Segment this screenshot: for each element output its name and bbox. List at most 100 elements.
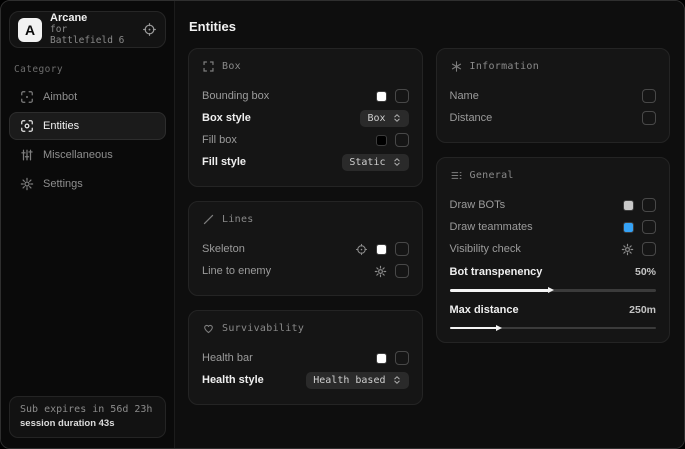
line-to-enemy-config-gear-icon[interactable] — [374, 265, 387, 278]
row-bot-transparency: Bot transpenency 50% — [450, 262, 657, 282]
dropdown-value: Health based — [313, 375, 385, 386]
box-style-dropdown[interactable]: Box — [360, 110, 408, 127]
row-label: Name — [450, 90, 479, 102]
color-swatch[interactable] — [376, 244, 387, 255]
row-name: Name — [450, 85, 657, 107]
app-name: Arcane — [50, 12, 134, 25]
draw-bots-checkbox[interactable] — [642, 198, 656, 212]
skeleton-config-gear-icon[interactable] — [355, 243, 368, 256]
row-label: Bounding box — [202, 90, 269, 102]
row-max-distance: Max distance 250m — [450, 300, 657, 320]
skeleton-checkbox[interactable] — [395, 242, 409, 256]
sub-expiry-text: Sub expires in 56d 23h — [20, 404, 155, 415]
max-distance-control: Max distance 250m — [450, 300, 657, 330]
row-label: Fill style — [202, 156, 246, 168]
updown-arrows-icon — [392, 157, 402, 167]
row-label: Health bar — [202, 352, 253, 364]
dropdown-value: Static — [349, 157, 385, 168]
row-label: Distance — [450, 112, 493, 124]
row-draw-teammates: Draw teammates — [450, 216, 657, 238]
distance-checkbox[interactable] — [642, 111, 656, 125]
survivability-card: Survivability Health bar Health style He… — [188, 310, 423, 405]
color-swatch[interactable] — [376, 353, 387, 364]
draw-teammates-checkbox[interactable] — [642, 220, 656, 234]
slider-value: 250m — [629, 304, 656, 316]
row-fill-style: Fill style Static — [202, 151, 409, 173]
diagonal-line-icon — [202, 213, 215, 226]
color-swatch[interactable] — [623, 200, 634, 211]
heart-icon — [202, 322, 215, 335]
session-duration-text: session duration 43s — [20, 418, 155, 429]
color-swatch[interactable] — [376, 91, 387, 102]
lines-card: Lines Skeleton Line to enemy — [188, 201, 423, 296]
slider-thumb[interactable] — [548, 287, 554, 293]
slider-fill — [450, 327, 497, 330]
general-card: General Draw BOTs Draw teammates — [436, 157, 671, 343]
sidebar-item-miscellaneous[interactable]: Miscellaneous — [9, 141, 166, 169]
updown-arrows-icon — [392, 375, 402, 385]
row-fill-box: Fill box — [202, 129, 409, 151]
sidebar-item-label: Settings — [43, 178, 83, 190]
bounding-box-checkbox[interactable] — [395, 89, 409, 103]
information-card: Information Name Distance — [436, 48, 671, 143]
crosshair-icon — [20, 90, 34, 104]
row-label: Fill box — [202, 134, 237, 146]
app-subtitle: for Battlefield 6 — [50, 25, 134, 47]
sidebar-item-entities[interactable]: Entities — [9, 112, 166, 140]
app-logo: A — [18, 18, 42, 42]
visibility-check-checkbox[interactable] — [642, 242, 656, 256]
category-label: Category — [14, 64, 166, 75]
row-visibility-check: Visibility check — [450, 238, 657, 260]
sliders-icon — [20, 148, 34, 162]
max-distance-slider[interactable] — [450, 327, 657, 330]
app-meta: Arcane for Battlefield 6 — [50, 12, 134, 46]
row-health-style: Health style Health based — [202, 369, 409, 391]
health-style-dropdown[interactable]: Health based — [306, 372, 408, 389]
row-distance: Distance — [450, 107, 657, 129]
row-label: Max distance — [450, 304, 519, 316]
row-label: Visibility check — [450, 243, 521, 255]
sidebar-item-label: Entities — [43, 120, 79, 132]
row-bounding-box: Bounding box — [202, 85, 409, 107]
fill-box-checkbox[interactable] — [395, 133, 409, 147]
app-window: A Arcane for Battlefield 6 Category Aimb… — [0, 0, 685, 449]
main-panel: Entities Box Bounding box — [175, 1, 684, 448]
section-title: General — [470, 170, 514, 181]
scan-eye-icon — [20, 119, 34, 133]
color-swatch[interactable] — [376, 135, 387, 146]
gear-icon — [20, 177, 34, 191]
row-label: Skeleton — [202, 243, 245, 255]
health-bar-checkbox[interactable] — [395, 351, 409, 365]
dropdown-value: Box — [367, 113, 385, 124]
line-to-enemy-checkbox[interactable] — [395, 264, 409, 278]
bot-transparency-control: Bot transpenency 50% — [450, 262, 657, 292]
left-column: Box Bounding box Box style Box — [188, 48, 423, 405]
bot-transparency-slider[interactable] — [450, 289, 657, 292]
slider-value: 50% — [635, 266, 656, 278]
color-swatch[interactable] — [623, 222, 634, 233]
sidebar-item-settings[interactable]: Settings — [9, 170, 166, 198]
list-grid-icon — [450, 169, 463, 182]
fill-style-dropdown[interactable]: Static — [342, 154, 408, 171]
slider-fill — [450, 289, 549, 292]
row-label: Draw teammates — [450, 221, 533, 233]
app-header-card: A Arcane for Battlefield 6 — [9, 11, 166, 48]
section-title: Survivability — [222, 323, 304, 334]
row-box-style: Box style Box — [202, 107, 409, 129]
information-burst-icon — [450, 60, 463, 73]
slider-thumb[interactable] — [496, 325, 502, 331]
row-label: Box style — [202, 112, 251, 124]
name-checkbox[interactable] — [642, 89, 656, 103]
sidebar: A Arcane for Battlefield 6 Category Aimb… — [1, 1, 175, 448]
visibility-config-gear-icon[interactable] — [621, 243, 634, 256]
right-column: Information Name Distance — [436, 48, 671, 343]
row-label: Draw BOTs — [450, 199, 506, 211]
sidebar-item-aimbot[interactable]: Aimbot — [9, 83, 166, 111]
row-line-to-enemy: Line to enemy — [202, 260, 409, 282]
app-settings-icon[interactable] — [142, 22, 157, 37]
updown-arrows-icon — [392, 113, 402, 123]
sidebar-item-label: Aimbot — [43, 91, 77, 103]
subscription-card: Sub expires in 56d 23h session duration … — [9, 396, 166, 438]
box-corners-icon — [202, 60, 215, 73]
section-title: Information — [470, 61, 540, 72]
